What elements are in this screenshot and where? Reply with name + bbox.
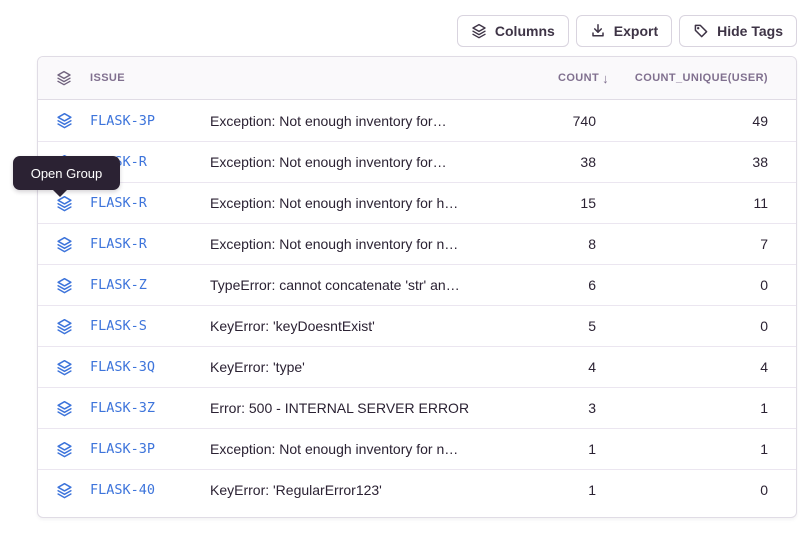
count-unique-value: 38 [596,154,796,170]
table-row[interactable]: FLASK-3P Exception: Not enough inventory… [38,100,796,141]
count-value: 38 [514,154,596,170]
export-button[interactable]: Export [576,15,672,47]
issue-title: TypeError: cannot concatenate 'str' an… [210,277,514,293]
hide-tags-button-label: Hide Tags [717,23,783,39]
count-value: 6 [514,277,596,293]
table-header: ISSUE COUNT ↓ COUNT_UNIQUE(USER) [38,57,796,100]
table-row[interactable]: FLASK-3P Exception: Not enough inventory… [38,428,796,469]
issues-table: ISSUE COUNT ↓ COUNT_UNIQUE(USER) FLASK-3… [37,56,797,518]
tag-icon [693,23,709,39]
open-group-tooltip: Open Group [13,156,120,190]
column-header-issue[interactable]: ISSUE [90,72,210,84]
count-value: 15 [514,195,596,211]
column-header-count[interactable]: COUNT ↓ [514,71,596,86]
columns-button-label: Columns [495,23,555,39]
issue-link[interactable]: FLASK-Z [90,277,210,293]
count-value: 4 [514,359,596,375]
column-header-count-unique[interactable]: COUNT_UNIQUE(USER) [596,72,796,84]
group-stack-icon[interactable] [38,236,90,253]
count-unique-value: 49 [596,113,796,129]
hide-tags-button[interactable]: Hide Tags [679,15,797,47]
table-row[interactable]: FLASK-R Exception: Not enough inventory … [38,182,796,223]
issue-link[interactable]: FLASK-3Z [90,400,210,416]
issue-link[interactable]: FLASK-R [90,236,210,252]
count-unique-value: 0 [596,482,796,498]
issue-link[interactable]: FLASK-3Q [90,359,210,375]
issue-link[interactable]: FLASK-S [90,318,210,334]
table-row[interactable]: FLASK-R Exception: Not enough inventory … [38,223,796,264]
group-stack-icon[interactable] [38,359,90,376]
count-value: 5 [514,318,596,334]
count-unique-value: 11 [596,195,796,211]
issue-title: Exception: Not enough inventory for h… [210,195,514,211]
group-stack-icon[interactable] [38,482,90,499]
toolbar: Columns Export Hide Tags [457,15,797,47]
group-stack-icon[interactable] [38,195,90,212]
export-button-label: Export [614,23,658,39]
count-unique-value: 7 [596,236,796,252]
count-unique-value: 0 [596,277,796,293]
issue-link[interactable]: FLASK-3P [90,441,210,457]
count-value: 3 [514,400,596,416]
header-stack-icon [38,70,90,86]
table-row[interactable]: FLASK-40 KeyError: 'RegularError123' 1 0 [38,469,796,510]
issue-link[interactable]: FLASK-3P [90,113,210,129]
issue-title: Error: 500 - INTERNAL SERVER ERROR [210,400,514,416]
tooltip-arrow [53,190,67,197]
group-stack-icon[interactable] [38,112,90,129]
issue-link[interactable]: FLASK-40 [90,482,210,498]
group-stack-icon[interactable] [38,318,90,335]
page: Columns Export Hide Tags ISSUE COUNT ↓ C… [0,0,807,538]
issue-title: KeyError: 'type' [210,359,514,375]
table-row[interactable]: FLASK-3Z Error: 500 - INTERNAL SERVER ER… [38,387,796,428]
count-unique-value: 1 [596,400,796,416]
issue-title: Exception: Not enough inventory for n… [210,441,514,457]
columns-button[interactable]: Columns [457,15,569,47]
count-unique-value: 4 [596,359,796,375]
issue-title: Exception: Not enough inventory for n… [210,236,514,252]
count-header-label: COUNT [558,72,599,84]
count-unique-value: 0 [596,318,796,334]
group-stack-icon[interactable] [38,400,90,417]
issue-title: Exception: Not enough inventory for… [210,113,514,129]
count-value: 8 [514,236,596,252]
stack-icon [471,23,487,39]
count-value: 1 [514,441,596,457]
table-row[interactable]: FLASK-Z TypeError: cannot concatenate 's… [38,264,796,305]
download-icon [590,23,606,39]
tooltip-label: Open Group [31,166,103,181]
count-value: 1 [514,482,596,498]
count-unique-value: 1 [596,441,796,457]
issue-title: KeyError: 'keyDoesntExist' [210,318,514,334]
table-row[interactable]: FLASK-S KeyError: 'keyDoesntExist' 5 0 [38,305,796,346]
group-stack-icon[interactable] [38,441,90,458]
group-stack-icon[interactable] [38,277,90,294]
issue-link[interactable]: FLASK-R [90,195,210,211]
count-value: 740 [514,113,596,129]
issue-title: KeyError: 'RegularError123' [210,482,514,498]
table-row[interactable]: FLASK-R Exception: Not enough inventory … [38,141,796,182]
table-row[interactable]: FLASK-3Q KeyError: 'type' 4 4 [38,346,796,387]
issue-title: Exception: Not enough inventory for… [210,154,514,170]
